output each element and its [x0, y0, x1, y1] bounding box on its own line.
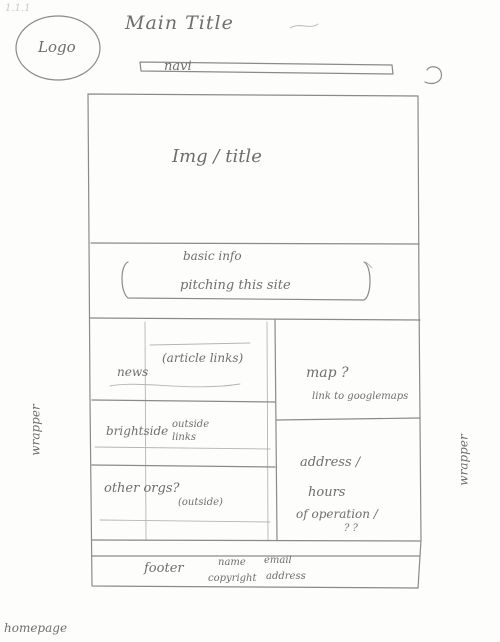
- footer-address: address: [266, 571, 306, 582]
- brightside-label: brightside: [106, 424, 169, 438]
- footer-copyright: copyright: [208, 573, 257, 584]
- address-label: address /: [300, 455, 361, 470]
- wireframe-sketch: [15, 15, 443, 589]
- basic-info-label: basic info: [183, 249, 242, 263]
- outside-links-label: outside links: [172, 419, 210, 443]
- googlemaps-label: link to googlemaps: [312, 391, 409, 402]
- hero-label: Img / title: [172, 146, 262, 167]
- homepage-label: homepage: [4, 621, 68, 635]
- wrapper-right-label: wrapper: [456, 434, 471, 486]
- pitch-label: pitching this site: [180, 278, 291, 293]
- operation-label: of operation /: [296, 507, 378, 521]
- footer-name: name: [218, 557, 246, 568]
- main-title-label: Main Title: [125, 12, 234, 34]
- logo-label: Logo: [38, 38, 76, 56]
- page-number: 1.1.1: [5, 3, 31, 14]
- article-links-label: (article links): [162, 351, 244, 365]
- hero-divider: [90, 242, 420, 245]
- wrapper-left-label: wrapper: [28, 404, 43, 456]
- nav-label: navi: [164, 59, 192, 74]
- other-orgs-note: (outside): [178, 497, 223, 508]
- small-circle-icon: [424, 66, 443, 85]
- news-label: news: [117, 365, 149, 379]
- map-label: map ?: [306, 365, 349, 381]
- other-orgs-label: other orgs?: [104, 481, 180, 496]
- footer-email: email: [264, 555, 292, 566]
- content-top-divider: [89, 317, 421, 321]
- hours-label: hours: [308, 485, 346, 500]
- footer-label: footer: [144, 561, 184, 576]
- column-divider: [274, 319, 278, 541]
- question-marks: ? ?: [344, 523, 358, 534]
